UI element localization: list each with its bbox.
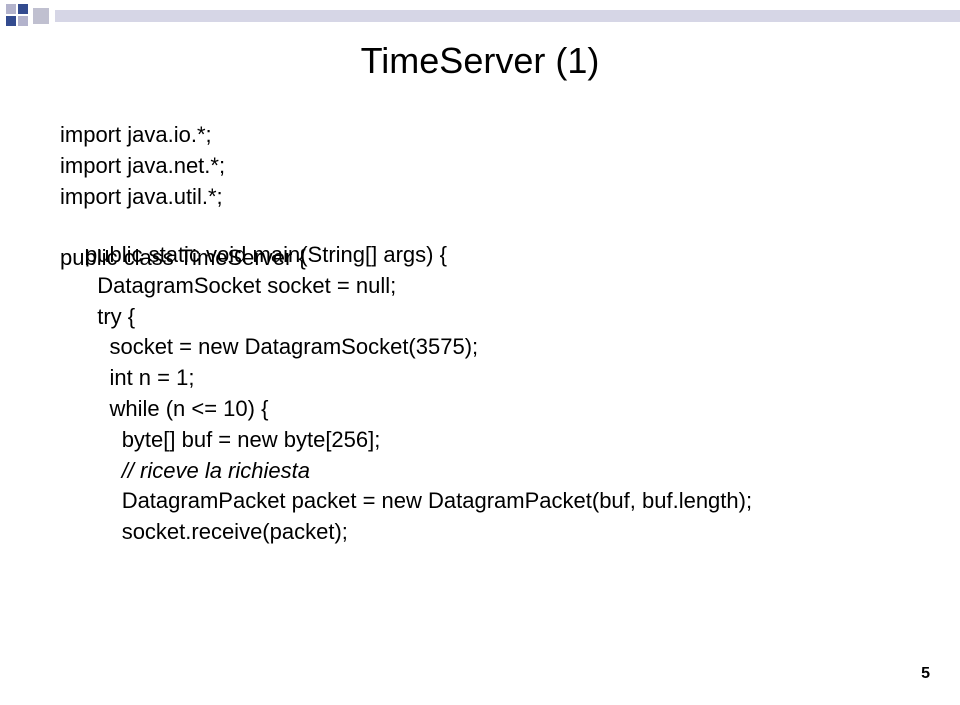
page-number: 5 [921, 665, 930, 683]
code-socket-new: socket = new DatagramSocket(3575); [109, 334, 478, 359]
code-imports: import java.io.*; import java.net.*; imp… [60, 122, 225, 209]
code-int-n: int n = 1; [109, 365, 194, 390]
code-socket-decl: DatagramSocket socket = null; [97, 273, 396, 298]
code-while: while (n <= 10) { [109, 396, 268, 421]
header-squares-decoration [0, 0, 960, 28]
code-main-signature: public static void main(String[] args) { [85, 242, 447, 267]
code-try: try { [97, 304, 135, 329]
slide-title: TimeServer (1) [0, 40, 960, 82]
code-receive: socket.receive(packet); [122, 519, 348, 544]
code-body: public static void main(String[] args) {… [85, 240, 752, 548]
code-buf: byte[] buf = new byte[256]; [122, 427, 381, 452]
code-packet: DatagramPacket packet = new DatagramPack… [122, 488, 752, 513]
code-comment: // riceve la richiesta [122, 458, 310, 483]
